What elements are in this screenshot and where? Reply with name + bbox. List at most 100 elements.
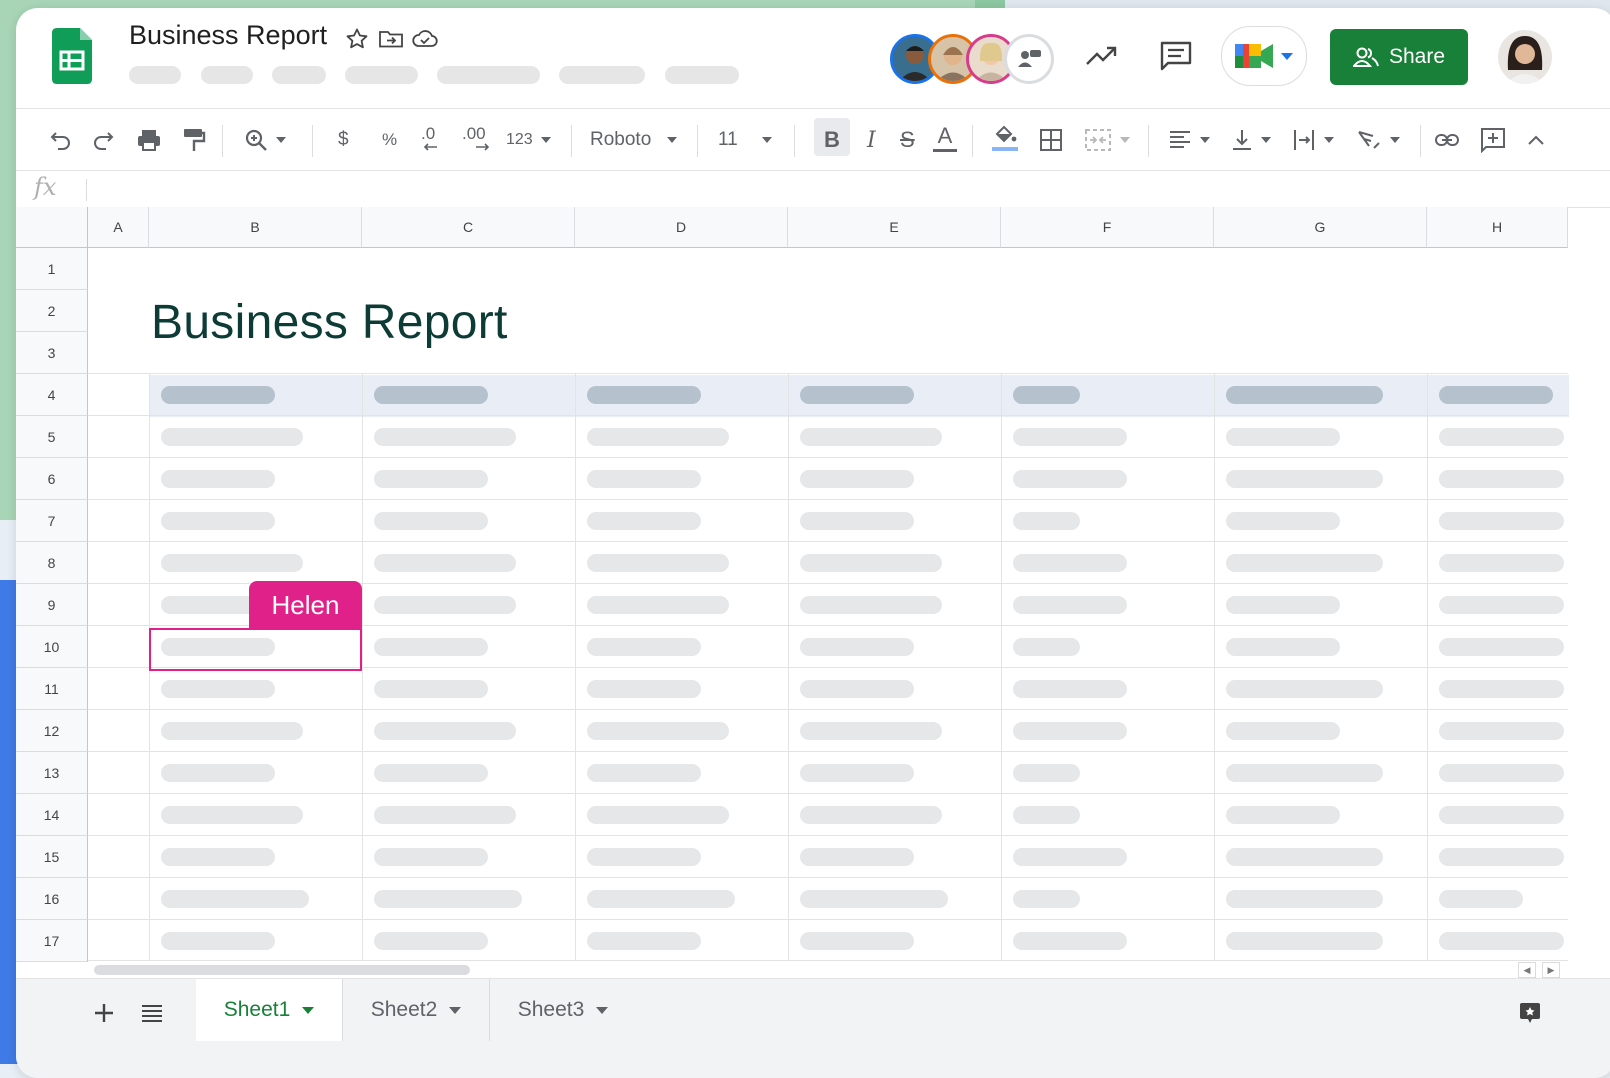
cell-placeholder[interactable] (374, 890, 522, 908)
cell-placeholder[interactable] (1013, 428, 1127, 446)
font-size-dropdown[interactable]: 11 (718, 125, 772, 155)
row-header-4[interactable]: 4 (16, 374, 88, 416)
cell-placeholder[interactable] (374, 554, 516, 572)
cell-placeholder[interactable] (587, 680, 701, 698)
cell-placeholder[interactable] (1439, 722, 1564, 740)
row-header-1[interactable]: 1 (16, 248, 88, 290)
cell-placeholder[interactable] (1439, 428, 1564, 446)
cell-placeholder[interactable] (1226, 932, 1383, 950)
column-header-c[interactable]: C (362, 207, 575, 248)
column-header-d[interactable]: D (575, 207, 788, 248)
cell-placeholder[interactable] (161, 512, 275, 530)
cell-placeholder[interactable] (374, 764, 488, 782)
cell-placeholder[interactable] (1226, 890, 1383, 908)
cell-placeholder[interactable] (1226, 596, 1340, 614)
cell-placeholder[interactable] (587, 848, 701, 866)
cell-placeholder[interactable] (587, 638, 701, 656)
menu-item-placeholder[interactable] (437, 66, 540, 84)
explore-icon[interactable] (1512, 995, 1548, 1031)
cell-placeholder[interactable] (1226, 554, 1383, 572)
cell-placeholder[interactable] (374, 680, 488, 698)
row-header-14[interactable]: 14 (16, 794, 88, 836)
row-header-15[interactable]: 15 (16, 836, 88, 878)
cell-placeholder[interactable] (587, 806, 729, 824)
insert-comment-icon[interactable] (1480, 125, 1506, 155)
cell-placeholder[interactable] (587, 722, 729, 740)
cell-placeholder[interactable] (800, 764, 914, 782)
cell-placeholder[interactable] (800, 680, 914, 698)
cell-placeholder[interactable] (800, 848, 914, 866)
menu-item-placeholder[interactable] (345, 66, 418, 84)
cell-placeholder[interactable] (800, 806, 942, 824)
cell-placeholder[interactable] (1013, 722, 1127, 740)
italic-button[interactable]: I (867, 125, 876, 155)
cell-placeholder[interactable] (800, 554, 942, 572)
sheet-tab-2[interactable]: Sheet2 (343, 979, 490, 1041)
currency-format-button[interactable]: $ (338, 125, 349, 155)
collapse-toolbar-icon[interactable] (1526, 125, 1546, 155)
column-header-e[interactable]: E (788, 207, 1001, 248)
menu-item-placeholder[interactable] (559, 66, 645, 84)
horizontal-align-control[interactable] (1168, 125, 1210, 155)
cell-placeholder[interactable] (1013, 806, 1080, 824)
cell-placeholder[interactable] (161, 722, 303, 740)
cell-placeholder[interactable] (587, 512, 701, 530)
menu-item-placeholder[interactable] (201, 66, 253, 84)
cell-placeholder[interactable] (374, 512, 488, 530)
cell-placeholder[interactable] (1226, 848, 1383, 866)
sheet-tab-1[interactable]: Sheet1 (196, 979, 343, 1041)
text-wrap-control[interactable] (1292, 125, 1334, 155)
cell-placeholder[interactable] (1013, 848, 1127, 866)
zoom-control[interactable] (244, 125, 286, 155)
cell-placeholder[interactable] (161, 890, 309, 908)
cell-placeholder[interactable] (587, 890, 735, 908)
cell-placeholder[interactable] (1439, 890, 1523, 908)
meet-button[interactable] (1221, 26, 1307, 86)
cell-placeholder[interactable] (587, 764, 701, 782)
column-header-a[interactable]: A (88, 207, 149, 248)
menu-item-placeholder[interactable] (272, 66, 326, 84)
spreadsheet-grid[interactable]: A B C D E F G H 1 2 3 4 5 6 7 8 9 10 11 12 13 14 15 16 17 Busine… (16, 207, 1569, 967)
column-header-g[interactable]: G (1214, 207, 1427, 248)
cell-placeholder[interactable] (1226, 428, 1340, 446)
text-rotation-control[interactable] (1356, 125, 1400, 155)
cell-placeholder[interactable] (1013, 470, 1127, 488)
cell-placeholder[interactable] (800, 722, 942, 740)
report-title[interactable]: Business Report (151, 295, 508, 350)
borders-icon[interactable] (1039, 125, 1063, 155)
cell-placeholder[interactable] (161, 806, 303, 824)
cell-placeholder[interactable] (161, 764, 275, 782)
cell-placeholder[interactable] (800, 512, 914, 530)
cell-placeholder[interactable] (1226, 806, 1340, 824)
row-header-3[interactable]: 3 (16, 332, 88, 374)
cloud-saved-icon[interactable] (410, 24, 440, 54)
header-cell-placeholder[interactable] (374, 386, 488, 404)
scrollbar-thumb[interactable] (94, 965, 470, 975)
fill-color-button[interactable] (992, 125, 1018, 155)
collaborator-avatar-more[interactable] (1004, 34, 1054, 84)
cell-placeholder[interactable] (800, 428, 942, 446)
row-header-8[interactable]: 8 (16, 542, 88, 584)
column-header-f[interactable]: F (1001, 207, 1214, 248)
vertical-align-control[interactable] (1231, 125, 1271, 155)
percent-format-button[interactable]: % (382, 125, 397, 155)
cell-placeholder[interactable] (1013, 890, 1080, 908)
cell-placeholder[interactable] (800, 638, 914, 656)
cell-placeholder[interactable] (374, 848, 488, 866)
cell-placeholder[interactable] (1013, 764, 1080, 782)
header-cell-placeholder[interactable] (1226, 386, 1383, 404)
header-cell-placeholder[interactable] (161, 386, 275, 404)
insert-link-icon[interactable] (1434, 125, 1460, 155)
cell-placeholder[interactable] (587, 554, 729, 572)
header-cell-placeholder[interactable] (1013, 386, 1080, 404)
row-header-10[interactable]: 10 (16, 626, 88, 668)
row-header-11[interactable]: 11 (16, 668, 88, 710)
cell-placeholder[interactable] (587, 428, 729, 446)
cell-placeholder[interactable] (161, 932, 275, 950)
add-sheet-icon[interactable] (86, 995, 122, 1031)
cell-placeholder[interactable] (374, 806, 516, 824)
cell-placeholder[interactable] (161, 848, 275, 866)
menu-item-placeholder[interactable] (665, 66, 739, 84)
cell-placeholder[interactable] (374, 722, 516, 740)
cell-placeholder[interactable] (800, 890, 948, 908)
